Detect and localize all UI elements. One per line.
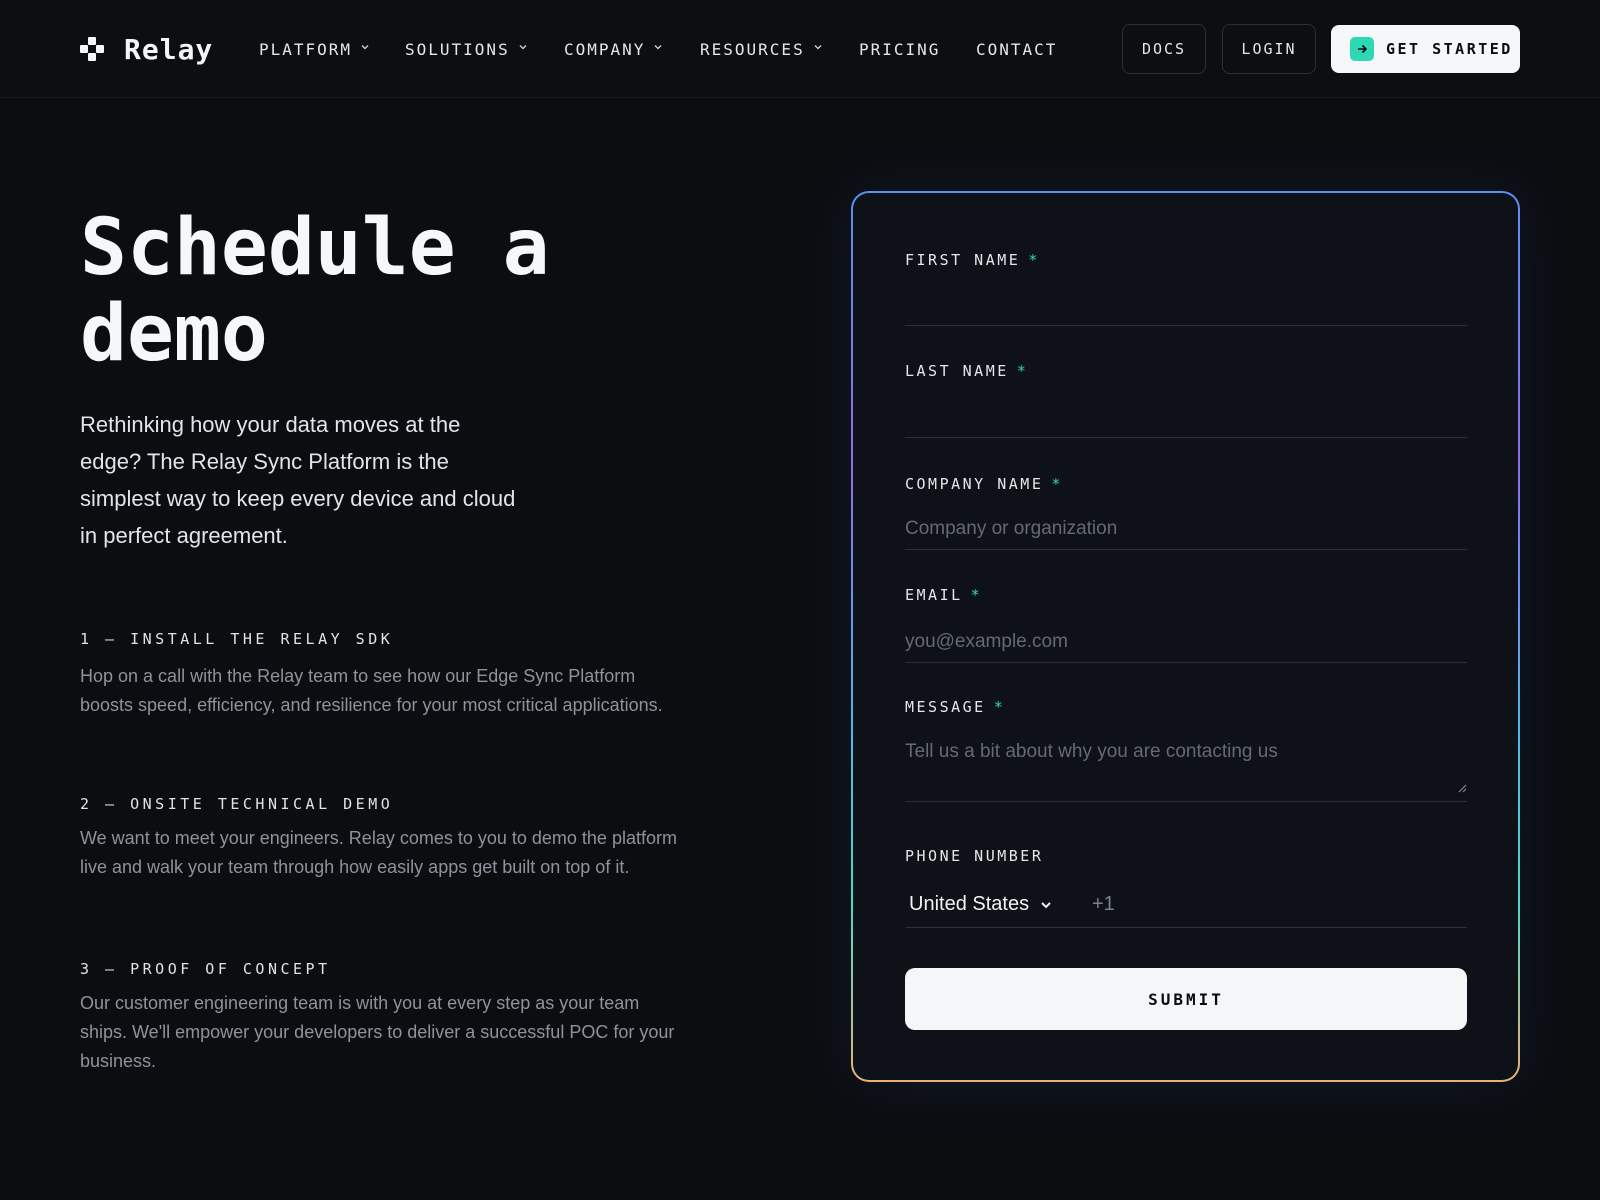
message-label: MESSAGE * [905, 698, 1005, 716]
required-marker: * [1028, 251, 1040, 269]
docs-button[interactable]: DOCS [1122, 24, 1206, 74]
country-select-value: United States [909, 893, 1030, 915]
first-name-input[interactable] [905, 281, 1467, 317]
company-name-input[interactable] [905, 511, 1467, 547]
page-title: Schedule a demo [80, 205, 640, 377]
chevron-down-icon [1041, 901, 1051, 908]
login-button[interactable]: LOGIN [1222, 24, 1316, 74]
required-marker: * [993, 698, 1006, 716]
required-marker: * [970, 586, 983, 604]
demo-form-card: FIRST NAME * LAST NAME * COMPANY NAME * EMA… [851, 191, 1520, 1082]
resize-handle-icon[interactable] [1457, 783, 1467, 793]
last-name-underline [905, 437, 1467, 438]
relay-logo-icon [80, 37, 112, 61]
login-button-label: LOGIN [1241, 40, 1297, 58]
first-name-underline [905, 325, 1467, 326]
company-name-underline [905, 549, 1467, 550]
brand-name: Relay [124, 32, 214, 66]
hero-lead: Rethinking how your data moves at the ed… [80, 412, 516, 548]
message-label-text: MESSAGE [905, 698, 986, 716]
submit-button[interactable]: SUBMIT [905, 968, 1467, 1030]
required-marker: * [1051, 475, 1063, 493]
last-name-label: LAST NAME * [905, 362, 1028, 380]
get-started-button[interactable]: GET STARTED [1331, 25, 1520, 73]
company-name-label: COMPANY NAME * [905, 475, 1063, 493]
nav-item-label: PRICING [859, 39, 941, 59]
last-name-label-text: LAST NAME [905, 362, 1009, 380]
phone-number-input[interactable] [1133, 883, 1467, 923]
step-title: 3 — PROOF OF CONCEPT [80, 960, 331, 978]
chevron-down-icon [813, 42, 823, 52]
email-input[interactable] [905, 624, 1467, 660]
nav-item-label: SOLUTIONS [405, 39, 510, 59]
top-nav: Relay PLATFORM SOLUTIONS COMPANY RESOURC… [0, 0, 1600, 98]
nav-item-label: RESOURCES [700, 39, 805, 59]
message-textarea[interactable] [905, 739, 1467, 803]
first-name-label: FIRST NAME * [905, 251, 1040, 269]
step-title: 1 — INSTALL THE RELAY SDK [80, 630, 394, 648]
message-underline [905, 801, 1467, 802]
email-label-text: EMAIL [905, 586, 963, 604]
page-title-line: Schedule a [80, 203, 550, 293]
nav-item-solutions[interactable]: SOLUTIONS [405, 37, 564, 61]
arrow-right-icon [1350, 37, 1374, 61]
submit-button-label: SUBMIT [1148, 989, 1224, 1009]
nav-item-contact[interactable]: CONTACT [976, 37, 1057, 61]
main-menu: PLATFORM SOLUTIONS COMPANY RESOURCES PRI… [259, 37, 1057, 61]
nav-item-pricing[interactable]: PRICING [859, 37, 976, 61]
phone-number-label: PHONE NUMBER [905, 847, 1043, 865]
company-name-label-text: COMPANY NAME [905, 475, 1044, 493]
docs-button-label: DOCS [1141, 40, 1187, 58]
nav-item-platform[interactable]: PLATFORM [259, 37, 405, 61]
page-title-line: demo [80, 289, 268, 379]
get-started-label: GET STARTED [1386, 40, 1513, 58]
phone-number-label-text: PHONE NUMBER [905, 847, 1044, 865]
phone-underline [905, 927, 1467, 928]
chevron-down-icon [360, 42, 370, 52]
brand-logo[interactable]: Relay [80, 31, 213, 67]
required-marker: * [1016, 362, 1029, 380]
nav-item-company[interactable]: COMPANY [564, 37, 700, 61]
nav-item-label: PLATFORM [259, 39, 353, 59]
nav-item-label: COMPANY [564, 39, 646, 59]
email-label: EMAIL * [905, 586, 982, 604]
chevron-down-icon [518, 42, 528, 52]
country-select[interactable]: United States [909, 893, 1053, 916]
first-name-label-text: FIRST NAME [905, 251, 1021, 269]
step-description: Hop on a call with the Relay team to see… [80, 666, 663, 715]
dial-code: +1 [1092, 893, 1115, 915]
step-title: 2 — ONSITE TECHNICAL DEMO [80, 795, 394, 813]
chevron-down-icon [653, 42, 663, 52]
step-description: We want to meet your engineers. Relay co… [80, 828, 677, 877]
last-name-input[interactable] [905, 393, 1467, 429]
nav-item-resources[interactable]: RESOURCES [700, 37, 859, 61]
nav-item-label: CONTACT [976, 39, 1058, 59]
step-description: Our customer engineering team is with yo… [80, 993, 675, 1071]
demo-form: FIRST NAME * LAST NAME * COMPANY NAME * EMA… [853, 193, 1518, 1080]
email-underline [905, 662, 1467, 663]
